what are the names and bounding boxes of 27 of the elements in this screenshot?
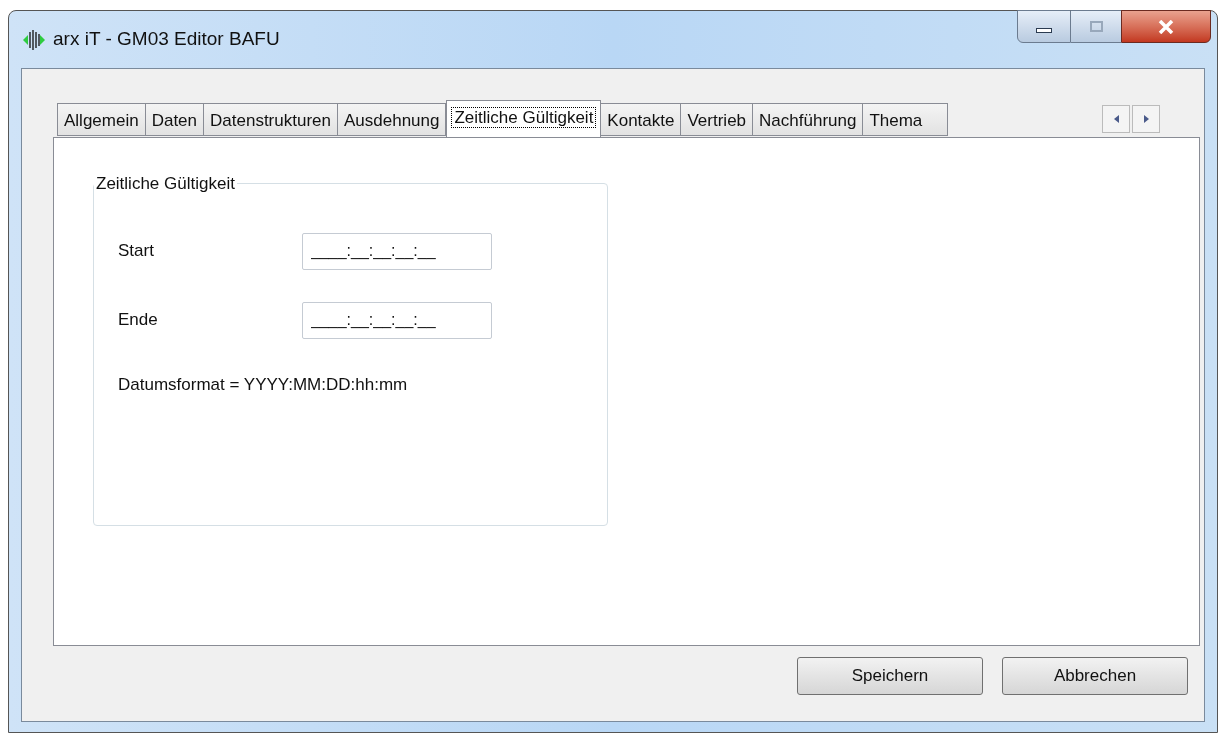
date-input-field[interactable]: ____:__:__:__:__ xyxy=(302,232,492,270)
minimize-button[interactable] xyxy=(1017,10,1071,43)
field-label: Start xyxy=(118,240,155,263)
date-input-field[interactable]: ____:__:__:__:__ xyxy=(302,301,492,339)
tab[interactable]: Thema xyxy=(862,103,949,136)
tab[interactable]: Zeitliche Gültigkeit xyxy=(446,100,602,137)
right-arrow-icon xyxy=(1143,115,1149,123)
left-arrow-icon xyxy=(1113,115,1119,123)
group-title: Zeitliche Gültigkeit xyxy=(95,173,236,195)
date-format-note: Datumsformat = YYYY:MM:DD:hh:mm xyxy=(118,373,408,396)
close-button[interactable] xyxy=(1121,10,1211,43)
window-title: arx iT - GM03 Editor BAFU xyxy=(53,27,280,52)
tab[interactable]: Allgemein xyxy=(57,103,146,136)
dialog-button[interactable]: Abbrechen xyxy=(1002,657,1188,695)
scroll-left-button[interactable] xyxy=(1102,105,1130,133)
tab[interactable]: Kontakte xyxy=(600,103,682,136)
dialog-button[interactable]: Speichern xyxy=(797,657,983,695)
maximize-button[interactable] xyxy=(1071,10,1121,43)
tab[interactable]: Daten xyxy=(144,103,205,136)
tab[interactable]: Datenstrukturen xyxy=(203,103,338,136)
tab[interactable]: Ausdehnung xyxy=(337,103,447,136)
tab[interactable]: Nachführung xyxy=(752,103,864,136)
close-icon xyxy=(1158,19,1174,34)
field-label: Ende xyxy=(118,309,159,332)
app-logo-icon xyxy=(23,28,45,51)
tab[interactable]: Vertrieb xyxy=(680,103,754,136)
scroll-right-button[interactable] xyxy=(1132,105,1160,133)
